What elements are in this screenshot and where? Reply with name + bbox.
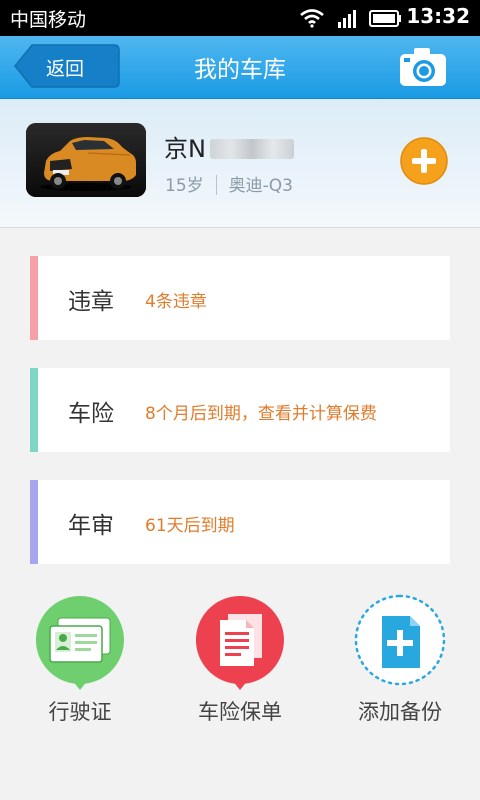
status-bar: 中国移动 13:32 [0,0,480,36]
status-clock: 13:32 [406,4,470,28]
plus-icon [400,137,448,185]
plate-prefix: 京N [164,135,206,163]
driving-license-label: 行驶证 [48,700,112,724]
camera-button[interactable] [398,44,448,90]
wifi-icon [300,9,324,28]
car-model: 奥迪-Q3 [228,176,293,196]
add-car-button[interactable] [400,137,448,185]
card-info-inspection: 61天后到期 [145,516,235,536]
insurance-policy-button[interactable]: 车险保单 [170,594,310,734]
car-header: 京N 15岁 奥迪-Q3 [0,99,480,228]
insurance-policy-label: 车险保单 [198,700,282,724]
battery-icon [369,10,401,27]
driving-license-button[interactable]: 行驶证 [10,594,150,734]
card-label-inspection: 年审 [68,513,114,539]
violations-card[interactable]: 违章 4条违章 [30,256,450,340]
card-accent-bar [30,256,38,340]
carrier-name: 中国移动 [10,9,87,31]
license-plate: 京N [164,129,294,164]
insurance-card[interactable]: 车险 8个月后到期，查看并计算保费 [30,368,450,452]
driving-license-icon [35,596,124,690]
status-icons [300,9,401,28]
annual-inspection-card[interactable]: 年审 61天后到期 [30,480,450,564]
card-label-violations: 违章 [68,289,114,315]
insurance-policy-icon [195,596,284,690]
card-info-violations: 4条违章 [145,292,207,312]
car-age: 15岁 [165,176,204,196]
car-image [26,123,146,197]
add-backup-icon [354,594,446,686]
card-accent-bar [30,368,38,452]
meta-divider [215,175,217,195]
signal-icon [338,10,356,28]
add-backup-button[interactable]: 添加备份 [330,594,470,734]
camera-icon [400,48,446,86]
card-info-insurance: 8个月后到期，查看并计算保费 [145,404,377,424]
add-backup-label: 添加备份 [358,700,442,724]
title-bar: 返回 我的车库 [0,36,480,99]
car-photo[interactable] [26,123,146,197]
card-accent-bar [30,480,38,564]
plate-redacted [209,139,294,159]
car-meta: 15岁 奥迪-Q3 [165,171,293,196]
card-label-insurance: 车险 [68,401,114,427]
